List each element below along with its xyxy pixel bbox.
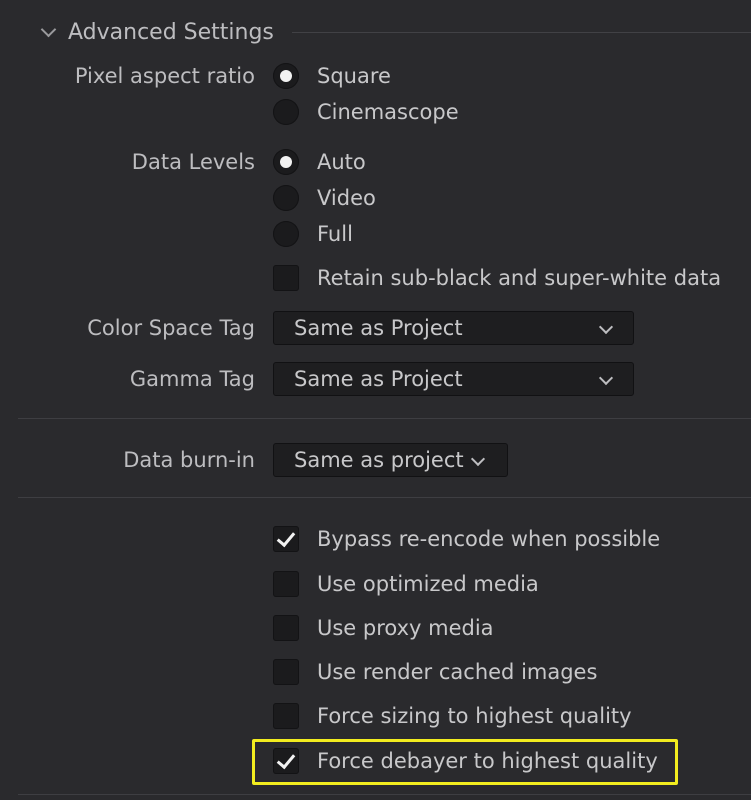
chevron-down-icon: [470, 451, 486, 467]
checkbox-bypass-reencode[interactable]: Bypass re-encode when possible: [273, 524, 660, 554]
checkbox-render-cached-label: Use render cached images: [317, 660, 598, 684]
radio-cinemascope-indicator[interactable]: [273, 99, 299, 125]
burn-in-value: Same as project: [294, 448, 464, 472]
checkbox-bypass-reencode-label: Bypass re-encode when possible: [317, 527, 661, 551]
advanced-settings-header[interactable]: Advanced Settings: [40, 14, 751, 50]
divider: [18, 497, 751, 498]
checkbox-render-cached-box[interactable]: [273, 659, 299, 685]
checkbox-proxy-media-box[interactable]: [273, 615, 299, 641]
radio-square-label: Square: [317, 64, 391, 88]
section-title: Advanced Settings: [68, 19, 274, 45]
checkbox-force-sizing-box[interactable]: [273, 703, 299, 729]
radio-cinemascope[interactable]: Cinemascope: [273, 97, 459, 127]
checkbox-optimized-media-label: Use optimized media: [317, 572, 539, 596]
checkbox-retain-range[interactable]: Retain sub-black and super-white data: [273, 263, 721, 293]
checkbox-proxy-media-label: Use proxy media: [317, 616, 494, 640]
color-space-value: Same as Project: [294, 316, 463, 340]
radio-full-indicator[interactable]: [273, 221, 299, 247]
radio-square[interactable]: Square: [273, 61, 391, 91]
header-divider: [291, 31, 751, 33]
checkbox-bypass-reencode-box[interactable]: [273, 526, 299, 552]
checkbox-optimized-media-box[interactable]: [273, 571, 299, 597]
burn-in-dropdown[interactable]: Same as project: [273, 443, 508, 477]
checkbox-optimized-media[interactable]: Use optimized media: [273, 569, 539, 599]
checkbox-retain-range-label: Retain sub-black and super-white data: [317, 266, 722, 290]
radio-auto-label: Auto: [317, 150, 366, 174]
pixel-aspect-label: Pixel aspect ratio: [74, 64, 255, 88]
radio-video-indicator[interactable]: [273, 185, 299, 211]
data-levels-label: Data Levels: [131, 150, 255, 174]
gamma-dropdown[interactable]: Same as Project: [273, 362, 634, 396]
radio-cinemascope-label: Cinemascope: [317, 100, 459, 124]
gamma-label: Gamma Tag: [129, 367, 255, 391]
color-space-dropdown[interactable]: Same as Project: [273, 311, 634, 345]
chevron-down-icon[interactable]: [40, 21, 57, 37]
burn-in-label: Data burn-in: [123, 448, 255, 472]
highlight-box: [252, 739, 678, 785]
radio-video-label: Video: [317, 186, 376, 210]
chevron-down-icon: [598, 370, 614, 386]
radio-auto[interactable]: Auto: [273, 147, 366, 177]
divider: [18, 418, 751, 419]
radio-square-indicator[interactable]: [273, 63, 299, 89]
radio-video[interactable]: Video: [273, 183, 376, 213]
radio-full[interactable]: Full: [273, 219, 353, 249]
divider: [18, 794, 751, 795]
radio-auto-indicator[interactable]: [273, 149, 299, 175]
checkbox-force-sizing[interactable]: Force sizing to highest quality: [273, 701, 632, 731]
checkbox-render-cached[interactable]: Use render cached images: [273, 657, 597, 687]
gamma-value: Same as Project: [294, 367, 463, 391]
checkbox-force-sizing-label: Force sizing to highest quality: [317, 704, 632, 728]
color-space-label: Color Space Tag: [87, 316, 255, 340]
radio-full-label: Full: [317, 222, 353, 246]
checkbox-retain-range-box[interactable]: [273, 265, 299, 291]
chevron-down-icon: [598, 319, 614, 335]
checkbox-proxy-media[interactable]: Use proxy media: [273, 613, 494, 643]
